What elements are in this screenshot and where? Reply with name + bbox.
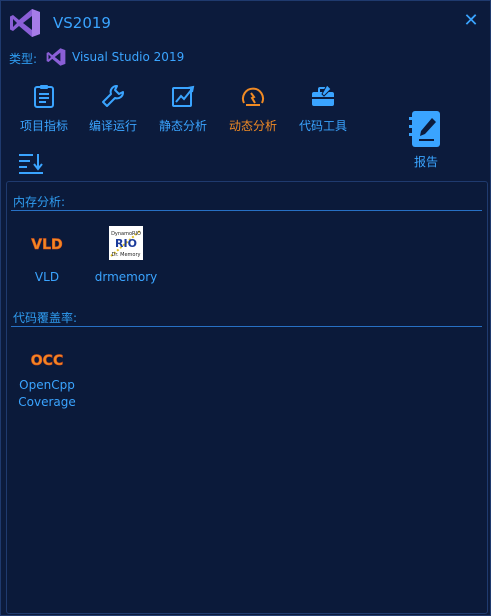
tool-item-label: drmemory (94, 270, 158, 284)
type-value: Visual Studio 2019 (72, 50, 185, 64)
svg-text:RIO: RIO (115, 237, 137, 250)
tab-project-metrics[interactable]: 项目指标 (11, 83, 77, 135)
tool-item-label-line2: Coverage (18, 395, 76, 409)
type-label: 类型: (9, 52, 38, 66)
tool-item-label-line1: OpenCpp (19, 378, 75, 392)
vld-logo-icon: VLD (31, 237, 63, 254)
occ-logo-icon: OCC (30, 353, 63, 370)
tab-label: 代码工具 (298, 119, 347, 133)
section-divider (11, 326, 482, 327)
tool-item-vld[interactable]: VLD VLD (9, 226, 85, 286)
title-bar: VS2019 ✕ (1, 1, 490, 45)
drmemory-logo-icon: DynamoRIO RIO Dr. Memory (109, 226, 143, 260)
report-notebook-icon (409, 111, 440, 147)
tab-static-analysis[interactable]: 静态分析 (150, 83, 216, 135)
report-button[interactable]: 报告 (401, 109, 451, 171)
trend-chart-icon (172, 85, 195, 107)
visual-studio-icon (46, 48, 66, 66)
visual-studio-logo-icon (10, 9, 40, 37)
gauge-icon (242, 87, 264, 106)
tab-dynamic-analysis[interactable]: 动态分析 (220, 83, 286, 135)
app-window: VS2019 ✕ 类型: Visual Studio 2019 项目指标 编译运… (0, 0, 491, 616)
svg-text:OCC: OCC (31, 353, 63, 369)
tab-build-run[interactable]: 编译运行 (80, 83, 146, 135)
sort-icon[interactable] (17, 151, 45, 177)
tab-code-tools[interactable]: 代码工具 (290, 83, 356, 135)
wrench-icon (102, 85, 124, 107)
toolbox-icon (312, 84, 334, 106)
section-title-memory: 内存分析: (13, 195, 66, 209)
window-title: VS2019 (53, 14, 111, 32)
close-button[interactable]: ✕ (461, 11, 481, 31)
report-label: 报告 (413, 155, 438, 169)
tool-item-drmemory[interactable]: DynamoRIO RIO Dr. Memory drmemory (88, 226, 164, 286)
tab-label: 编译运行 (88, 119, 137, 133)
tool-item-label: VLD (34, 270, 60, 284)
tool-item-opencppcoverage[interactable]: OCC OpenCpp Coverage (9, 342, 85, 411)
section-divider (11, 210, 482, 211)
tools-panel: 内存分析: VLD VLD DynamoRIO RIO Dr. Memory d… (6, 181, 488, 614)
clipboard-icon (34, 85, 54, 108)
tab-label: 动态分析 (228, 119, 277, 133)
svg-text:Dr. Memory: Dr. Memory (112, 252, 141, 258)
svg-text:VLD: VLD (31, 237, 62, 253)
tab-label: 静态分析 (158, 119, 207, 133)
section-title-coverage: 代码覆盖率: (13, 311, 78, 325)
tab-label: 项目指标 (19, 119, 68, 133)
